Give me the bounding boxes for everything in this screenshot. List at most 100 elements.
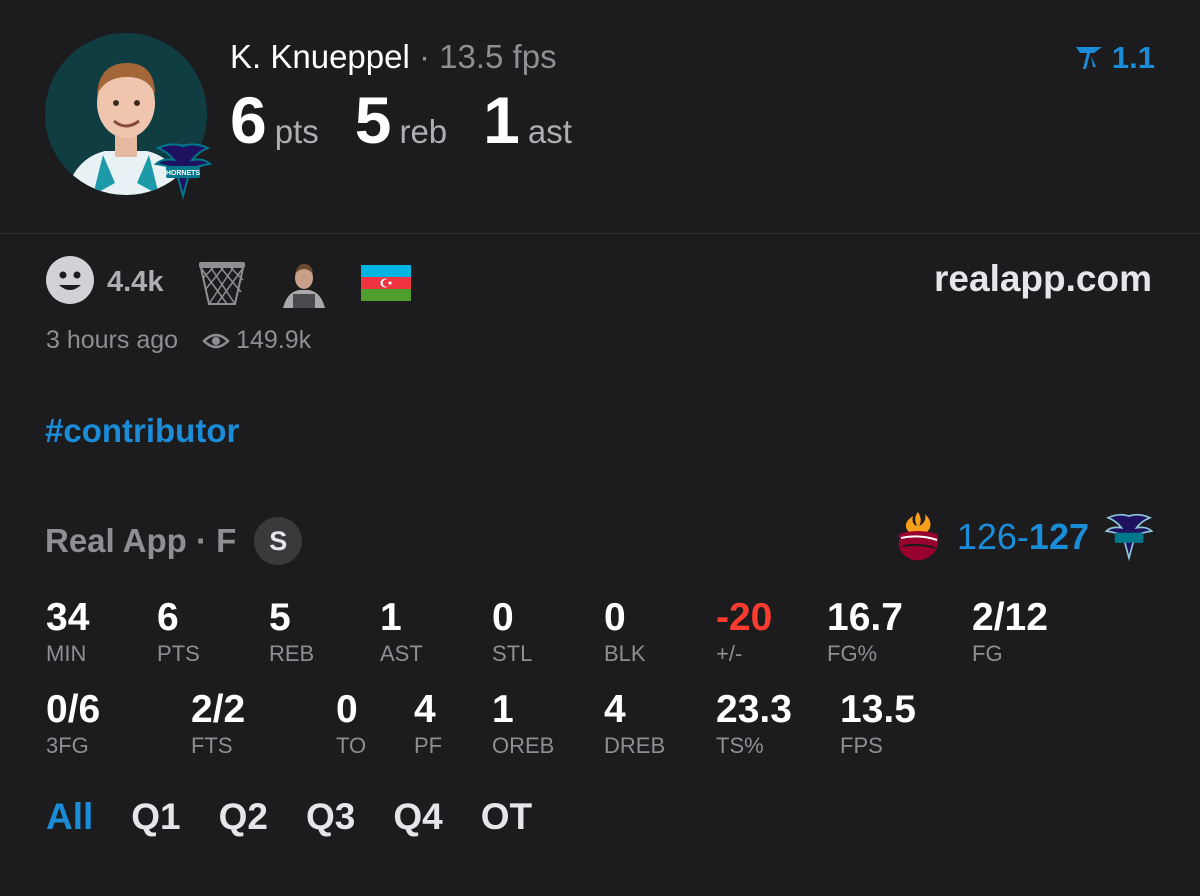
stat-pts: 6 PTS — [157, 596, 200, 667]
post-timestamp: 3 hours ago — [46, 326, 179, 354]
game-score[interactable]: 126-127 — [893, 510, 1155, 564]
score-dash: - — [1016, 516, 1029, 557]
stat-value: 6 — [157, 596, 179, 639]
site-link[interactable]: realapp.com — [934, 258, 1152, 300]
tab-ot[interactable]: OT — [481, 796, 532, 838]
charlotte-hornets-logo-icon — [1104, 513, 1154, 562]
hornets-badge-icon: HORNETS — [152, 140, 214, 202]
stat-value: 1 — [380, 596, 402, 639]
stat-value: 2/2 — [191, 688, 246, 731]
stat-label: STL — [492, 641, 533, 666]
stat-value: 2/12 — [972, 596, 1048, 639]
stat-value: 1 — [492, 688, 514, 731]
player-post-card: HORNETS K. Knueppel · 13.5 fps 6 pts 5 r… — [0, 0, 1200, 896]
tab-q4[interactable]: Q4 — [393, 796, 442, 838]
headline-stat-unit: pts — [274, 113, 319, 150]
stat-label: FG — [972, 641, 1003, 666]
stat-stl: 0 STL — [492, 596, 532, 667]
stat-label: DREB — [604, 733, 666, 758]
away-score: 126 — [956, 516, 1017, 557]
headline-stat-value: 5 — [354, 83, 392, 157]
reaction-row: 4.4k — [45, 255, 443, 310]
stat-value: -20 — [716, 596, 773, 639]
view-count-value: 149.9k — [236, 326, 312, 354]
player-thumbnail[interactable] — [279, 257, 330, 308]
post-meta: 3 hours ago 149.9k — [46, 326, 311, 355]
stat-dreb: 4 DREB — [604, 688, 665, 759]
reaction-count[interactable]: 4.4k — [107, 266, 163, 299]
stat-oreb: 1 OREB — [492, 688, 554, 759]
tab-q2[interactable]: Q2 — [219, 796, 268, 838]
headline-stat-value: 6 — [230, 83, 267, 157]
stat-min: 34 MIN — [46, 596, 89, 667]
stat-3fg: 0/6 3FG — [46, 688, 100, 759]
headline-stat-unit: reb — [399, 113, 448, 150]
stat-fg-pct: 16.7 FG% — [827, 596, 903, 667]
stat-value: 0 — [492, 596, 514, 639]
player-name-line: K. Knueppel · 13.5 fps — [230, 38, 557, 76]
stat-label: BLK — [604, 641, 646, 666]
stat-value: 0/6 — [46, 688, 101, 731]
headline-stat-ast: 1 ast — [483, 82, 572, 158]
stat-reb: 5 REB — [269, 596, 314, 667]
stat-blk: 0 BLK — [604, 596, 646, 667]
tab-q3[interactable]: Q3 — [306, 796, 355, 838]
tab-q1[interactable]: Q1 — [131, 796, 180, 838]
game-source-label[interactable]: Real App · F — [45, 522, 236, 560]
headline-stat-value: 1 — [483, 83, 520, 157]
stat-value: 23.3 — [716, 688, 792, 731]
view-count: 149.9k — [202, 326, 311, 355]
stat-label: OREB — [492, 733, 555, 758]
player-name[interactable]: K. Knueppel — [230, 38, 410, 75]
stat-value: 4 — [604, 688, 626, 731]
name-separator: · — [418, 38, 430, 75]
stat-label: TO — [336, 733, 367, 758]
stat-value: 0 — [604, 596, 626, 639]
s-badge[interactable]: S — [254, 517, 303, 565]
period-tabs: All Q1 Q2 Q3 Q4 OT — [46, 796, 570, 838]
stat-label: FTS — [191, 733, 233, 758]
real-app-logo-icon — [1075, 47, 1102, 69]
stat-plus-minus: -20 +/- — [716, 596, 772, 667]
stat-ast: 1 AST — [380, 596, 423, 667]
stat-label: REB — [269, 641, 315, 666]
headline-stats: 6 pts 5 reb 1 ast — [230, 82, 608, 158]
stat-value: 5 — [269, 596, 291, 639]
stat-value: 16.7 — [827, 596, 903, 639]
stat-label: AST — [380, 641, 423, 666]
stat-value: 13.5 — [840, 688, 916, 731]
real-rating-badge[interactable]: 1.1 — [1074, 40, 1155, 76]
basketball-net-icon[interactable] — [197, 258, 247, 308]
game-source: Real App · F S — [45, 517, 303, 565]
stat-value: 0 — [336, 688, 358, 731]
eye-icon — [202, 333, 230, 348]
hashtag-link[interactable]: #contributor — [45, 412, 239, 450]
stat-value: 34 — [46, 596, 90, 639]
stat-value: 4 — [414, 688, 436, 731]
headline-stat-unit: ast — [527, 113, 572, 150]
stat-fps: 13.5 FPS — [840, 688, 916, 759]
score-text: 126-127 — [957, 516, 1089, 558]
stat-pf: 4 PF — [414, 688, 442, 759]
stat-label: 3FG — [46, 733, 89, 758]
azerbaijan-flag-icon[interactable] — [361, 264, 412, 301]
stat-label: FPS — [840, 733, 883, 758]
stat-ts-pct: 23.3 TS% — [716, 688, 792, 759]
real-rating-value: 1.1 — [1111, 40, 1155, 75]
miami-heat-logo-icon — [898, 512, 939, 561]
stat-to: 0 TO — [336, 688, 366, 759]
stat-label: FG% — [827, 641, 878, 666]
stat-label: MIN — [46, 641, 87, 666]
smiley-icon[interactable] — [45, 255, 95, 310]
stat-label: PF — [414, 733, 443, 758]
stat-label: +/- — [716, 641, 743, 666]
stat-fg: 2/12 FG — [972, 596, 1048, 667]
header-divider — [0, 233, 1200, 234]
stat-fts: 2/2 FTS — [191, 688, 245, 759]
stat-label: TS% — [716, 733, 764, 758]
player-fps: 13.5 fps — [439, 38, 557, 75]
tab-all[interactable]: All — [46, 796, 93, 838]
headline-stat-pts: 6 pts — [230, 82, 319, 158]
home-score: 127 — [1028, 516, 1089, 557]
headline-stat-reb: 5 reb — [355, 82, 447, 158]
